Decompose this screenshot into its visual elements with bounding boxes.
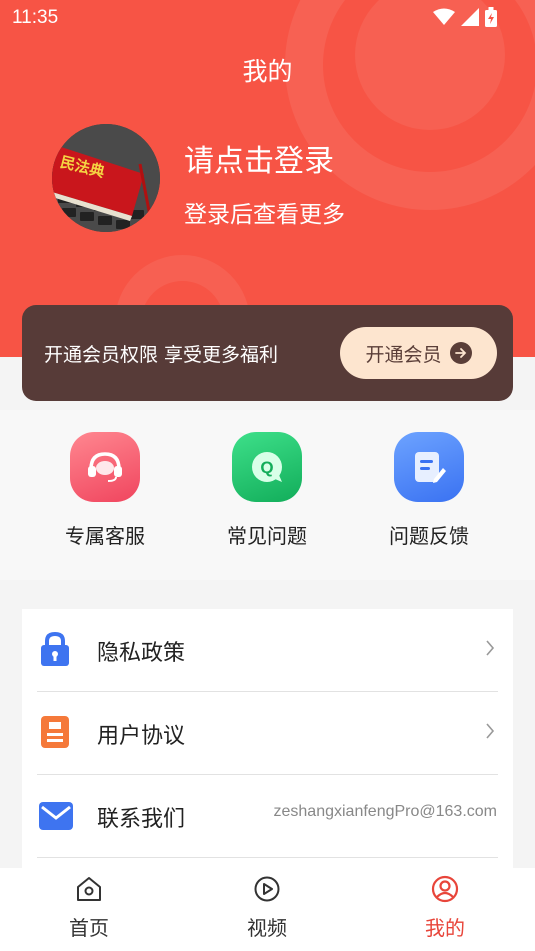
status-time: 11:35 (12, 7, 59, 28)
profile-icon (431, 875, 459, 903)
vip-banner: 开通会员权限 享受更多福利 开通会员 (22, 305, 513, 401)
arrow-right-icon (449, 342, 472, 364)
menu-item-user-agreement[interactable]: 用户协议 (22, 692, 513, 774)
lock-icon (41, 631, 69, 666)
page-title: 我的 (242, 57, 293, 86)
open-vip-label: 开通会员 (365, 343, 442, 366)
settings-menu: 隐私政策 用户协议 联系我们 zeshangxianfengPro@163.co… (22, 609, 513, 871)
menu-item-label: 联系我们 (97, 807, 186, 832)
bottom-tab-bar: 首页 视频 我的 (0, 868, 535, 951)
login-subtitle: 登录后查看更多 (184, 202, 345, 228)
tab-label: 首页 (69, 916, 109, 940)
battery-icon (485, 7, 497, 27)
quick-action-label: 常见问题 (227, 524, 307, 548)
avatar-image (52, 124, 160, 232)
profile-header: 11:35 我的 民法典 请点击登录 登录后查看更多 (0, 0, 535, 357)
mail-icon (39, 802, 73, 830)
quick-action-label: 专属客服 (65, 524, 145, 548)
contact-email: zeshangxianfengPro@163.com (273, 803, 498, 820)
tab-mine[interactable]: 我的 (400, 874, 490, 941)
menu-item-label: 用户协议 (97, 724, 186, 749)
quick-action-faq[interactable]: Q 常见问题 (207, 432, 327, 549)
question-icon: Q (232, 432, 302, 502)
menu-item-label: 隐私政策 (97, 641, 186, 666)
quick-action-customer-service[interactable]: 专属客服 (45, 432, 165, 549)
menu-item-privacy-policy[interactable]: 隐私政策 (22, 609, 513, 691)
feedback-icon (394, 432, 464, 502)
quick-actions: 专属客服 Q 常见问题 问题反馈 (0, 410, 535, 580)
video-icon (254, 876, 280, 902)
chevron-right-icon (486, 640, 495, 656)
tab-home[interactable]: 首页 (44, 874, 134, 941)
open-vip-button[interactable]: 开通会员 (340, 327, 497, 379)
vip-banner-text: 开通会员权限 享受更多福利 (44, 344, 279, 366)
tab-label: 视频 (247, 916, 287, 940)
divider (37, 857, 498, 858)
wifi-icon (433, 8, 455, 25)
status-bar: 11:35 (0, 0, 535, 36)
tab-video[interactable]: 视频 (222, 874, 312, 941)
tab-label: 我的 (425, 916, 465, 940)
avatar[interactable]: 民法典 (52, 124, 160, 232)
quick-action-feedback[interactable]: 问题反馈 (369, 432, 489, 549)
document-icon (41, 716, 69, 748)
chevron-right-icon (486, 723, 495, 739)
headset-icon (70, 432, 140, 502)
quick-action-label: 问题反馈 (389, 524, 469, 548)
svg-text:Q: Q (260, 458, 273, 477)
menu-item-contact-us[interactable]: 联系我们 zeshangxianfengPro@163.com (22, 775, 513, 857)
home-icon (77, 877, 101, 901)
login-title[interactable]: 请点击登录 (184, 136, 334, 180)
signal-icon (461, 8, 479, 26)
